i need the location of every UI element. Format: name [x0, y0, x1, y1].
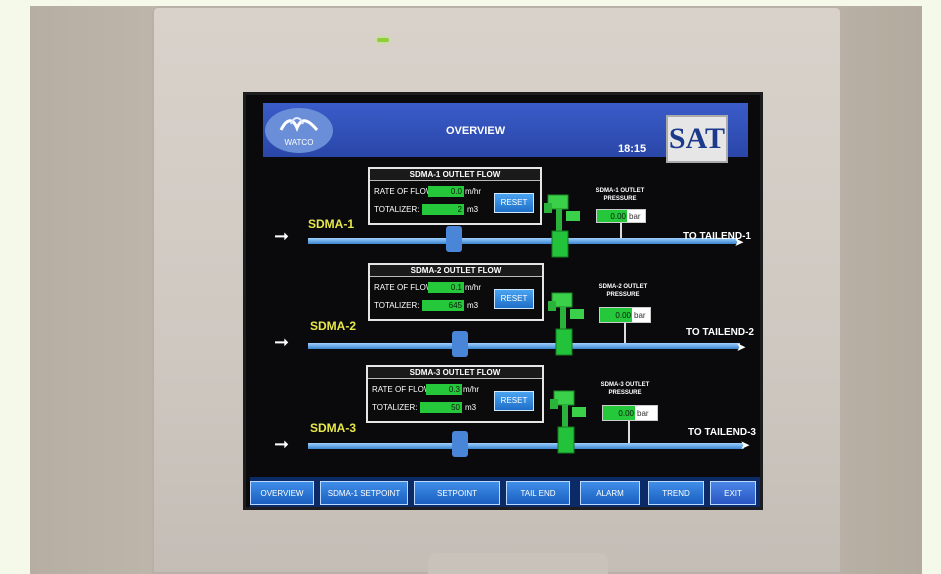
nav-exit[interactable]: EXIT — [710, 481, 756, 505]
nav-alarm[interactable]: ALARM — [580, 481, 640, 505]
totalizer-value: 645 — [422, 300, 464, 311]
control-valve-icon — [544, 194, 580, 258]
panel-title: SDMA-2 OUTLET FLOW — [370, 265, 542, 277]
watco-logo: WATCO — [265, 108, 333, 153]
status-led — [377, 38, 389, 42]
rate-unit: m/hr — [463, 385, 479, 394]
pressure-tap — [624, 323, 626, 343]
rate-value: 0.3 — [426, 384, 462, 395]
hmi-screen: WATCO OVERVIEW 18:15 SAT SDMA-1 ➞ SDMA-1… — [243, 92, 763, 510]
pressure-display: 0.00 bar — [599, 307, 651, 323]
destination-label: TO TAILEND-2 — [686, 327, 754, 338]
totalizer-value: 2 — [422, 204, 464, 215]
panel-title: SDMA-1 OUTLET FLOW — [370, 169, 540, 181]
totalizer-label: TOTALIZER: — [374, 205, 420, 214]
pressure-value: 0.00 — [603, 406, 635, 420]
flow-panel-sdma-3: SDMA-3 OUTLET FLOW RATE OF FLOW: 0.3 m/h… — [366, 365, 544, 423]
control-valve-icon — [550, 390, 586, 454]
pressure-unit: bar — [629, 211, 641, 221]
stream-label-sdma-3: SDMA-3 — [310, 421, 357, 435]
reset-button[interactable]: RESET — [494, 193, 534, 213]
totalizer-unit: m3 — [467, 301, 479, 310]
flow-panel-sdma-1: SDMA-1 OUTLET FLOW RATE OF FLOW: 0.0 m/h… — [368, 167, 542, 225]
stream-label-sdma-2: SDMA-2 — [310, 319, 357, 333]
totalizer-label: TOTALIZER: — [374, 301, 420, 310]
inlet-arrow-icon: ➞ — [274, 434, 290, 454]
flowmeter-icon — [452, 431, 468, 457]
pipe-1 — [308, 238, 738, 244]
pressure-title: SDMA-1 OUTLET PRESSURE — [595, 188, 645, 202]
wave-logo-icon — [279, 117, 319, 133]
totalizer-unit: m3 — [465, 403, 477, 412]
pressure-value: 0.00 — [597, 210, 627, 222]
pressure-display: 0.00 bar — [602, 405, 658, 421]
rate-unit: m/hr — [465, 187, 481, 196]
nav-tail-end[interactable]: TAIL END — [506, 481, 570, 505]
page-title: OVERVIEW — [446, 125, 506, 137]
rate-value: 0.1 — [428, 282, 464, 293]
totalizer-label: TOTALIZER: — [372, 403, 418, 412]
pressure-tap — [620, 223, 622, 238]
pipe-2 — [308, 343, 740, 349]
inlet-arrow-icon: ➞ — [274, 226, 290, 246]
rate-label: RATE OF FLOW: — [374, 283, 436, 292]
pipe-3 — [308, 443, 744, 449]
pressure-title: SDMA-2 OUTLET PRESSURE — [598, 284, 648, 298]
nav-bar: OVERVIEW SDMA-1 SETPOINT SETPOINT TAIL E… — [250, 477, 760, 507]
outlet-arrow-icon: ➤ — [740, 438, 751, 452]
pressure-unit: bar — [634, 310, 646, 320]
outlet-arrow-icon: ➤ — [734, 235, 745, 249]
reset-button[interactable]: RESET — [494, 391, 534, 411]
nav-setpoint[interactable]: SETPOINT — [414, 481, 500, 505]
totalizer-unit: m3 — [467, 205, 479, 214]
bezel-base — [428, 553, 608, 574]
pressure-unit: bar — [637, 408, 649, 418]
pressure-tap — [628, 421, 630, 443]
clock: 18:15 — [618, 143, 647, 155]
outlet-arrow-icon: ➤ — [736, 340, 747, 354]
pressure-display: 0.00 bar — [596, 209, 646, 223]
rate-label: RATE OF FLOW: — [374, 187, 436, 196]
stream-label-sdma-1: SDMA-1 — [308, 217, 355, 231]
nav-trend[interactable]: TREND — [648, 481, 704, 505]
reset-button[interactable]: RESET — [494, 289, 534, 309]
panel-title: SDMA-3 OUTLET FLOW — [368, 367, 542, 379]
nav-overview[interactable]: OVERVIEW — [250, 481, 314, 505]
control-valve-icon — [548, 292, 584, 356]
totalizer-value: 50 — [420, 402, 462, 413]
pressure-value: 0.00 — [600, 308, 632, 322]
logo-text: WATCO — [284, 138, 314, 147]
rate-value: 0.0 — [428, 186, 464, 197]
rate-label: RATE OF FLOW: — [372, 385, 434, 394]
nav-sdma-1-setpoint[interactable]: SDMA-1 SETPOINT — [320, 481, 408, 505]
flow-panel-sdma-2: SDMA-2 OUTLET FLOW RATE OF FLOW: 0.1 m/h… — [368, 263, 544, 321]
sat-logo: SAT — [666, 115, 728, 163]
pressure-title: SDMA-3 OUTLET PRESSURE — [600, 382, 650, 396]
inlet-arrow-icon: ➞ — [274, 332, 290, 352]
flowmeter-icon — [452, 331, 468, 357]
flowmeter-icon — [446, 226, 462, 252]
rate-unit: m/hr — [465, 283, 481, 292]
destination-label: TO TAILEND-3 — [688, 427, 756, 438]
